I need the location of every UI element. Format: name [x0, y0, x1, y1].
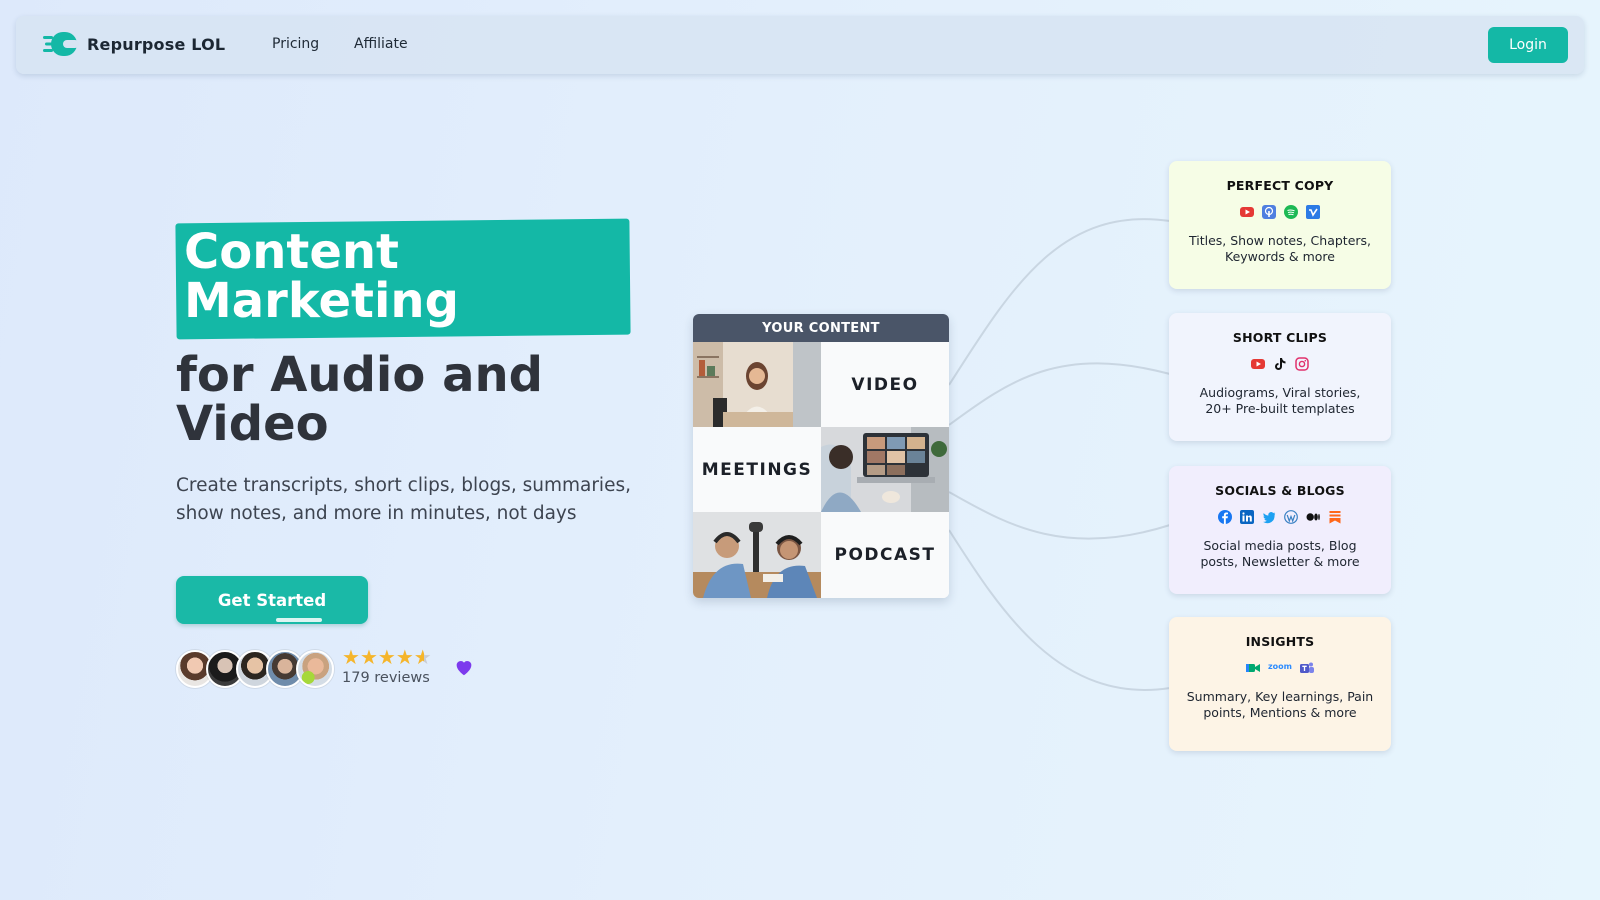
headline-highlight: Content Marketing — [184, 224, 459, 329]
login-button[interactable]: Login — [1488, 27, 1568, 63]
half-star-icon: ★ — [413, 645, 432, 669]
insights-card: INSIGHTS zoom Summary, Key learnings, Pa… — [1169, 617, 1391, 751]
card-title: SHORT CLIPS — [1232, 330, 1328, 345]
reviewer-avatars — [176, 650, 334, 688]
platform-icons — [1169, 203, 1391, 219]
socials-and-blogs-card: SOCIALS & BLOGS Social media posts, Blog… — [1169, 466, 1391, 594]
nav-link-affiliate[interactable]: Affiliate — [354, 36, 408, 52]
video-label: VIDEO — [821, 342, 949, 427]
headline-rest: for Audio and Video — [176, 347, 543, 452]
content-card-header: YOUR CONTENT — [693, 314, 949, 342]
card-description: Summary, Key learnings, Pain points, Men… — [1186, 689, 1374, 720]
review-count: 179 reviews — [342, 670, 430, 686]
brand[interactable]: Repurpose LOL — [43, 30, 225, 58]
vimeo-icon — [1306, 204, 1320, 219]
card-description: Audiograms, Viral stories, 20+ Pre-built… — [1199, 385, 1361, 416]
rating-block: ★ ★ ★ ★ ★ 179 reviews — [342, 647, 432, 686]
star-rating: ★ ★ ★ ★ ★ — [342, 647, 432, 667]
star-icon: ★ — [359, 645, 378, 669]
your-content-card: YOUR CONTENT VIDEO MEETINGS PODCAST — [693, 314, 949, 598]
card-title: INSIGHTS — [1245, 634, 1315, 649]
medium-icon — [1306, 509, 1320, 523]
youtube-icon — [1240, 204, 1254, 218]
tiktok-icon — [1273, 356, 1287, 370]
top-navbar: Repurpose LOL Pricing Affiliate Login — [16, 16, 1584, 74]
short-clips-card: SHORT CLIPS Audiograms, Viral stories, 2… — [1169, 313, 1391, 441]
podcast-label: PODCAST — [821, 512, 949, 598]
card-description: Titles, Show notes, Chapters, Keywords &… — [1188, 233, 1372, 264]
apple-podcasts-icon — [1262, 204, 1276, 219]
brand-name: Repurpose LOL — [87, 34, 226, 54]
youtube-icon — [1251, 356, 1265, 370]
instagram-icon — [1295, 356, 1309, 371]
get-started-button[interactable]: Get Started — [176, 576, 368, 624]
star-icon: ★ — [342, 645, 360, 669]
card-description: Social media posts, Blog posts, Newslett… — [1200, 538, 1360, 569]
platform-icons: zoom — [1169, 659, 1391, 675]
linkedin-icon — [1240, 509, 1254, 524]
facebook-icon — [1218, 509, 1232, 524]
video-thumbnail-image — [693, 342, 821, 427]
star-icon: ★ — [395, 645, 414, 669]
wordpress-icon — [1284, 509, 1298, 524]
podcast-thumbnail-image — [693, 512, 821, 598]
platform-icons — [1169, 355, 1391, 371]
platform-icons — [1169, 508, 1391, 524]
star-icon: ★ — [377, 645, 396, 669]
meetings-thumbnail-image — [821, 427, 949, 512]
teams-icon — [1299, 660, 1314, 674]
repurpose-logo-icon — [43, 30, 79, 58]
card-title: PERFECT COPY — [1226, 178, 1334, 193]
zoom-icon: zoom — [1268, 662, 1292, 671]
hero-subtext: Create transcripts, short clips, blogs, … — [176, 475, 631, 524]
heart-icon — [453, 656, 475, 678]
nav-link-pricing[interactable]: Pricing — [272, 36, 319, 52]
meetings-label: MEETINGS — [693, 427, 821, 512]
twitter-icon — [1262, 509, 1276, 524]
avatar — [296, 650, 334, 688]
google-meet-icon — [1246, 660, 1260, 674]
card-title: SOCIALS & BLOGS — [1215, 483, 1345, 498]
substack-icon — [1328, 509, 1342, 524]
spotify-icon — [1284, 204, 1298, 219]
perfect-copy-card: PERFECT COPY Titles, Show notes, Chapter… — [1169, 161, 1391, 289]
